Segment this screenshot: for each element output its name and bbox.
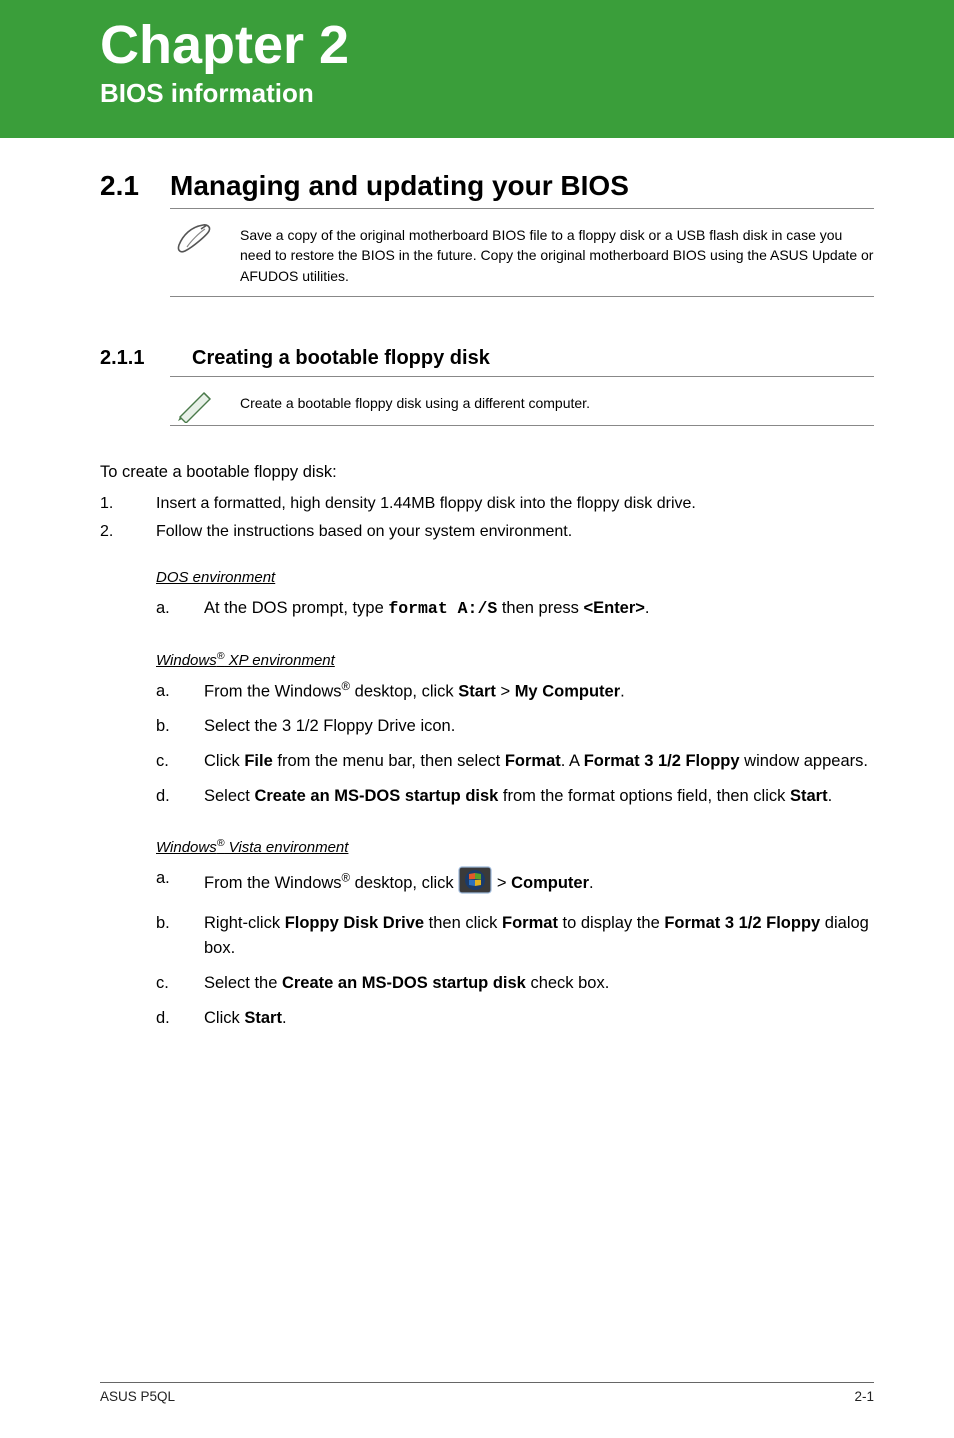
item-text: Select the Create an MS-DOS startup disk… (204, 971, 874, 996)
chapter-subtitle: BIOS information (100, 78, 894, 109)
item-letter: d. (156, 1006, 204, 1031)
section-heading-2-1-1: 2.1.1 Creating a bootable floppy disk (100, 347, 874, 370)
item-letter: a. (156, 596, 204, 622)
list-item: c. Click File from the menu bar, then se… (156, 749, 874, 774)
chapter-title: Chapter 2 (100, 14, 894, 76)
list-item: b. Right-click Floppy Disk Drive then cl… (156, 911, 874, 961)
item-letter: b. (156, 714, 204, 739)
list-item: a. From the Windows® desktop, click Star… (156, 679, 874, 704)
step-text: Insert a formatted, high density 1.44MB … (156, 495, 874, 513)
subsection-title: Creating a bootable floppy disk (192, 347, 490, 370)
item-text: Select the 3 1/2 Floppy Drive icon. (204, 714, 874, 739)
step-number: 2. (100, 523, 156, 541)
xp-list: a. From the Windows® desktop, click Star… (156, 679, 874, 809)
env-heading-dos: DOS environment (156, 569, 874, 586)
section-heading-2-1: 2.1 Managing and updating your BIOS (100, 170, 874, 202)
item-letter: b. (156, 911, 204, 961)
item-letter: a. (156, 866, 204, 902)
list-item: d. Select Create an MS-DOS startup disk … (156, 784, 874, 809)
list-item: d. Click Start. (156, 1006, 874, 1031)
item-letter: a. (156, 679, 204, 704)
ordered-steps: 1. Insert a formatted, high density 1.44… (100, 495, 874, 541)
page-content: 2.1 Managing and updating your BIOS Save… (0, 138, 954, 1030)
list-item: 2. Follow the instructions based on your… (100, 523, 874, 541)
chapter-header: Chapter 2 BIOS information (0, 0, 954, 138)
footer-left: ASUS P5QL (100, 1389, 175, 1404)
step-text: Follow the instructions based on your sy… (156, 523, 874, 541)
list-item: a. At the DOS prompt, type format A:/S t… (156, 596, 874, 622)
item-text: From the Windows® desktop, click > Compu… (204, 866, 874, 902)
item-text: Right-click Floppy Disk Drive then click… (204, 911, 874, 961)
env-heading-xp: Windows® XP environment (156, 650, 874, 669)
item-text: Select Create an MS-DOS startup disk fro… (204, 784, 874, 809)
item-letter: d. (156, 784, 204, 809)
list-item: a. From the Windows® desktop, click > Co… (156, 866, 874, 902)
note-callout: Save a copy of the original motherboard … (170, 208, 874, 297)
list-item: 1. Insert a formatted, high density 1.44… (100, 495, 874, 513)
tip-callout: Create a bootable floppy disk using a di… (170, 376, 874, 426)
pencil-tip-icon (170, 385, 222, 423)
dos-list: a. At the DOS prompt, type format A:/S t… (156, 596, 874, 622)
section-title: Managing and updating your BIOS (170, 170, 629, 202)
section-number: 2.1 (100, 170, 170, 202)
tip-text: Create a bootable floppy disk using a di… (240, 385, 874, 421)
windows-start-orb-icon (458, 866, 492, 902)
intro-line: To create a bootable floppy disk: (100, 460, 874, 486)
item-letter: c. (156, 749, 204, 774)
item-text: Click File from the menu bar, then selec… (204, 749, 874, 774)
vista-list: a. From the Windows® desktop, click > Co… (156, 866, 874, 1031)
item-text: At the DOS prompt, type format A:/S then… (204, 596, 874, 622)
subsection-number: 2.1.1 (100, 347, 192, 370)
item-letter: c. (156, 971, 204, 996)
footer-page-number: 2-1 (854, 1389, 874, 1404)
list-item: b. Select the 3 1/2 Floppy Drive icon. (156, 714, 874, 739)
list-item: c. Select the Create an MS-DOS startup d… (156, 971, 874, 996)
page-footer: ASUS P5QL 2-1 (100, 1382, 874, 1404)
command-text: format A:/S (388, 599, 497, 618)
step-number: 1. (100, 495, 156, 513)
note-text: Save a copy of the original motherboard … (240, 217, 874, 294)
hand-note-icon (170, 217, 222, 257)
env-heading-vista: Windows® Vista environment (156, 837, 874, 856)
item-text: Click Start. (204, 1006, 874, 1031)
item-text: From the Windows® desktop, click Start >… (204, 679, 874, 704)
